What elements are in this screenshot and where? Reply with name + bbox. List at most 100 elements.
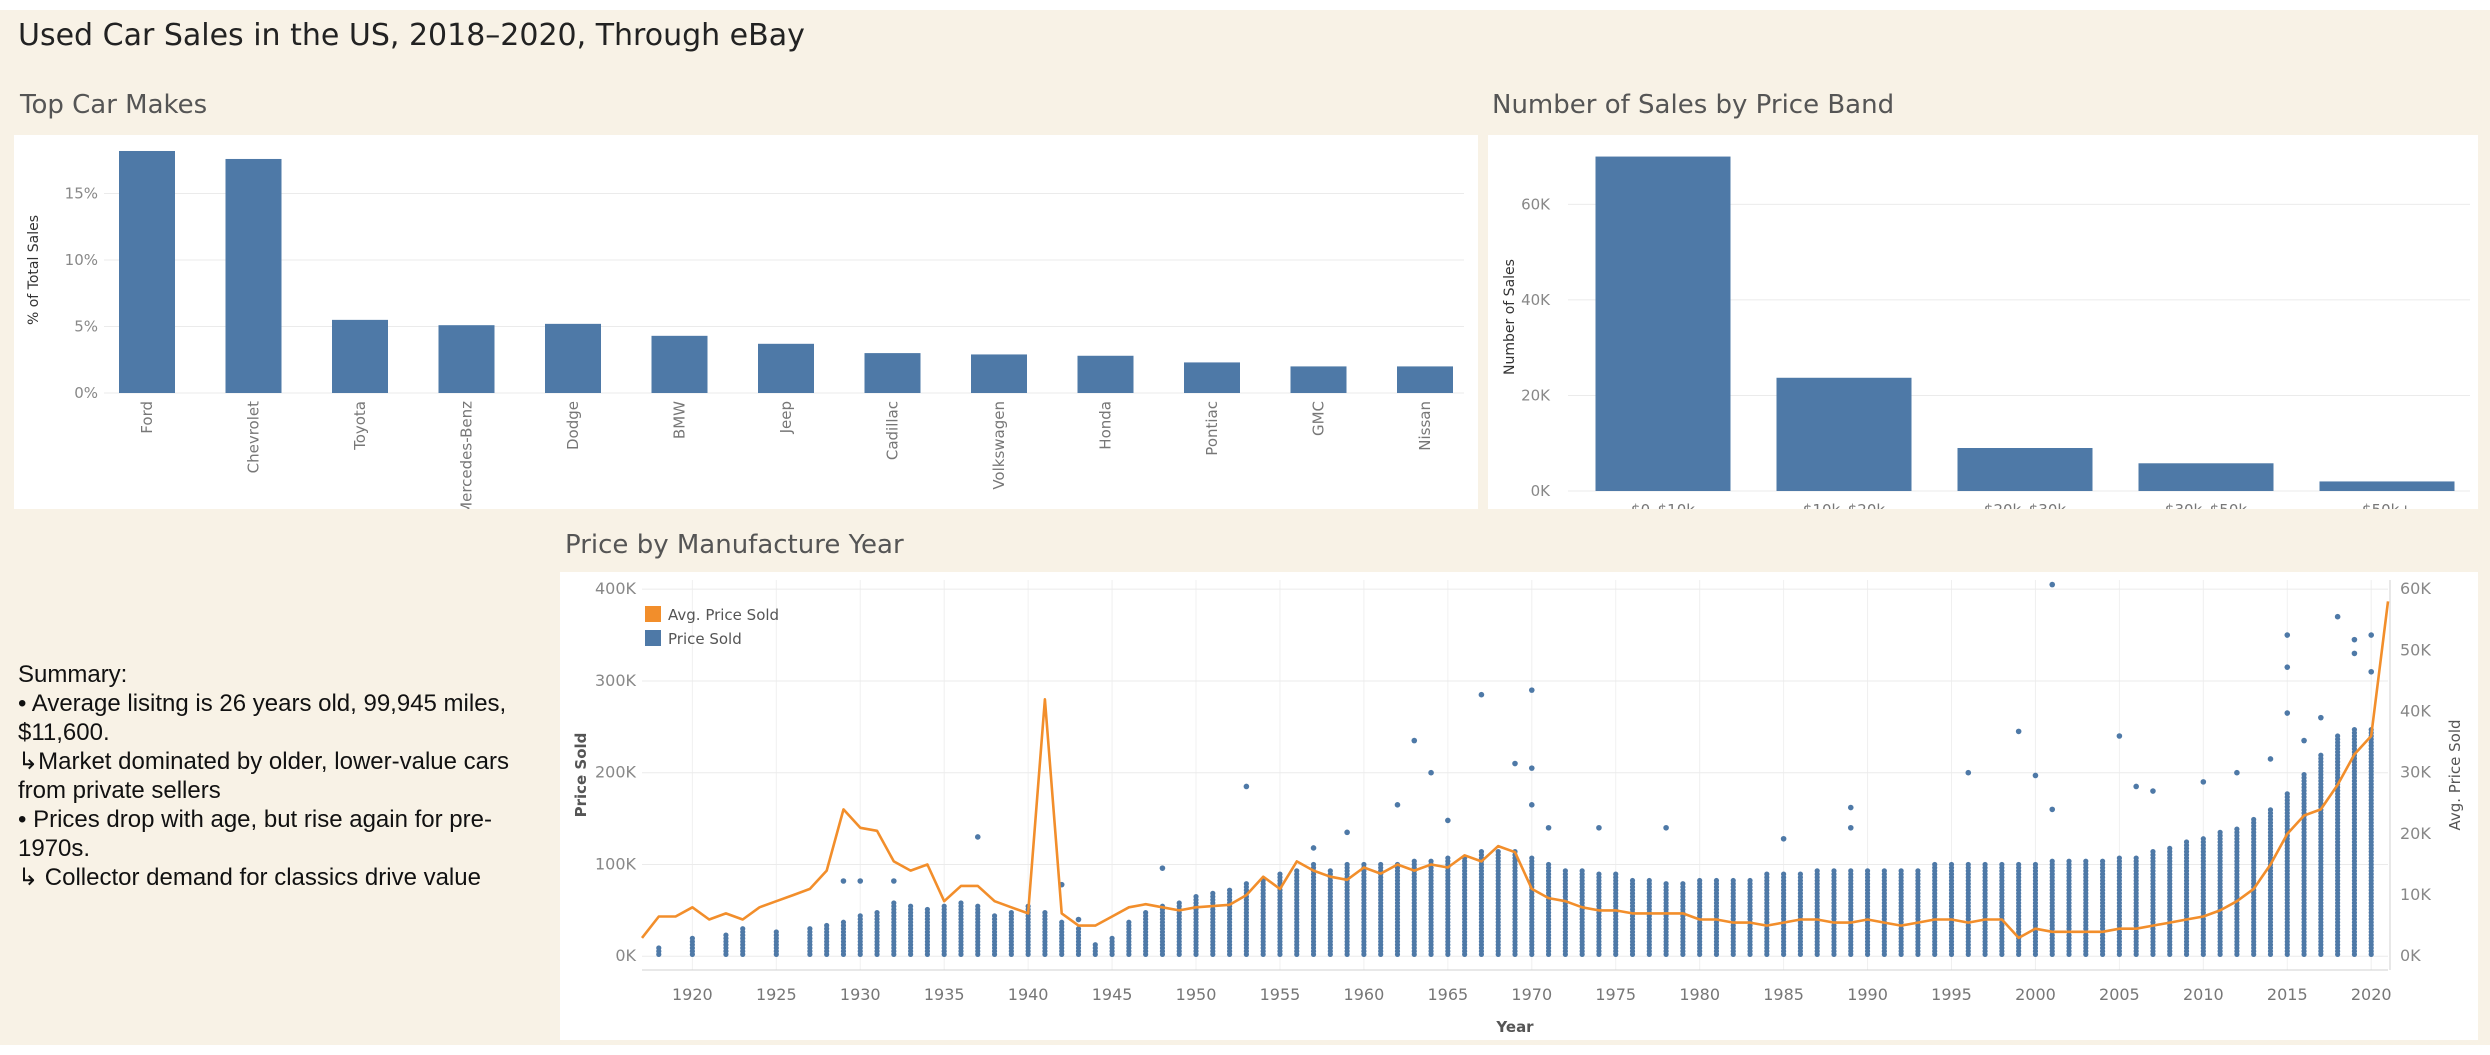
y-tick-label: 40K (1521, 291, 1551, 309)
price-sold-point (1126, 919, 1132, 925)
price-sold-point (1831, 868, 1837, 874)
price-sold-point (2284, 632, 2291, 638)
price-sold-point (2251, 816, 2257, 823)
price-sold-point (1411, 858, 1417, 864)
x-tick-label: 1970 (1511, 985, 1552, 1004)
price-sold-point (1109, 935, 1115, 941)
price-sold-point (1193, 893, 1199, 900)
x-tick-label: 1930 (840, 985, 881, 1004)
x-tick-label: 1935 (924, 985, 965, 1004)
price-sold-point (2200, 779, 2207, 785)
x-tick-label: 2005 (2099, 985, 2140, 1004)
price-sold-point (2133, 783, 2139, 790)
price-sold-point (2016, 861, 2022, 868)
price-sold-point (2284, 791, 2290, 797)
bar-volkswagen (971, 354, 1027, 393)
dashboard-title: Used Car Sales in the US, 2018–2020, Thr… (18, 18, 805, 53)
price-sold-point (1562, 868, 1568, 874)
price-sold-point (807, 926, 813, 932)
price-sold-point (958, 900, 964, 906)
price-sold-point (2217, 829, 2223, 835)
y-tick-label: 60K (1521, 195, 1551, 213)
price-sold-point (1864, 868, 1871, 874)
price-by-year-chart: 1920 1925 1930 1935 1940 1945 1950 1955 1960 1965… (560, 572, 2478, 1040)
bar-honda (1077, 355, 1134, 393)
y-axis-label: Price Sold (572, 733, 590, 818)
top-car-makes-title: Top Car Makes (20, 90, 208, 120)
price-sold-point (2267, 756, 2274, 762)
x-tick-label: 1965 (1427, 985, 1468, 1004)
y2-tick-label: 30K (2400, 763, 2431, 782)
price-sold-point (1143, 910, 1149, 916)
price-sold-point (2351, 726, 2358, 733)
price-sold-point (2099, 858, 2106, 864)
price-sold-point (1613, 871, 1619, 877)
y2-axis-label: Avg. Price Sold (2446, 719, 2464, 830)
price-sold-point (1545, 861, 1552, 868)
x-tick-label: $10k–$20k (1803, 501, 1885, 509)
x-tick-label: 2015 (2267, 985, 2308, 1004)
price-sold-point (2049, 581, 2056, 588)
price-sold-point (924, 906, 931, 913)
price-sold-point (689, 935, 695, 941)
price-sold-point (2334, 613, 2341, 620)
price-sold-point (1781, 871, 1787, 877)
legend-swatch-avg-price (645, 606, 661, 622)
price-sold-point (1629, 877, 1636, 884)
legend-label: Price Sold (668, 630, 742, 648)
price-sold-point (773, 929, 779, 935)
price-sold-point (1713, 877, 1720, 884)
bar-ford (119, 150, 175, 393)
price-sold-point (2351, 636, 2358, 643)
price-sold-point (840, 919, 847, 925)
bar-gmc (1290, 366, 1347, 393)
price-sold-point (840, 878, 847, 884)
price-sold-point (1663, 824, 1669, 831)
x-axis-label: Year (1495, 1018, 1534, 1036)
price-sold-point (1411, 737, 1418, 744)
price-sold-point (2267, 807, 2274, 813)
price-band-svg: 0K 20K 40K 60K Number of Sales $0–$10k $10k–$2… (1502, 156, 2470, 519)
x-tick-label: Pontiac (1203, 401, 1221, 456)
price-sold-point (1243, 881, 1249, 887)
price-sold-point (1344, 861, 1350, 868)
price-sold-point (1528, 802, 1535, 808)
price-sold-point (1277, 871, 1283, 877)
y-tick-label: 10% (65, 251, 98, 269)
x-tick-label: 1920 (672, 985, 713, 1004)
price-sold-point (2234, 826, 2240, 832)
price-sold-point (2133, 855, 2139, 861)
price-sold-point (2318, 714, 2324, 721)
summary-line: • Average lisitng is 26 years old, 99,94… (18, 690, 507, 746)
price-sold-point (1764, 871, 1770, 877)
price-sold-point (1478, 691, 1485, 698)
x-tick-label: 1985 (1763, 985, 1804, 1004)
y-tick-label: 300K (595, 671, 637, 690)
price-sold-point (1847, 824, 1854, 831)
x-tick-label: 1945 (1092, 985, 1133, 1004)
x-tick-label: $50k+ (2362, 501, 2412, 509)
bar-pontiac (1184, 362, 1240, 393)
price-sold-point (1226, 887, 1233, 893)
top-car-makes-svg: 0% 5% 10% 15% % of Total Sales Ford Chevrolet T… (26, 150, 1464, 515)
x-tick-label: 1995 (1931, 985, 1972, 1004)
price-sold-point (941, 903, 947, 909)
price-sold-point (1814, 868, 1820, 874)
bar-price-band (1776, 377, 1912, 491)
y-tick-label: 200K (595, 763, 637, 782)
price-sold-point (1730, 877, 1736, 884)
price-sold-point (2116, 855, 2122, 861)
price-sold-point (740, 926, 746, 932)
price-sold-point (1915, 868, 1921, 874)
bar-toyota (332, 319, 388, 393)
x-tick-label: 2020 (2351, 985, 2392, 1004)
x-tick-label: Chevrolet (245, 401, 263, 473)
price-sold-point (1780, 835, 1787, 842)
x-tick-label: Jeep (777, 401, 795, 434)
price-sold-point (1059, 919, 1065, 925)
price-sold-point (974, 834, 981, 840)
price-sold-point (1243, 783, 1250, 790)
price-sold-point (1294, 868, 1300, 874)
summary-text: Summary: • Average lisitng is 26 years o… (18, 660, 538, 892)
price-sold-point (1982, 861, 1988, 868)
